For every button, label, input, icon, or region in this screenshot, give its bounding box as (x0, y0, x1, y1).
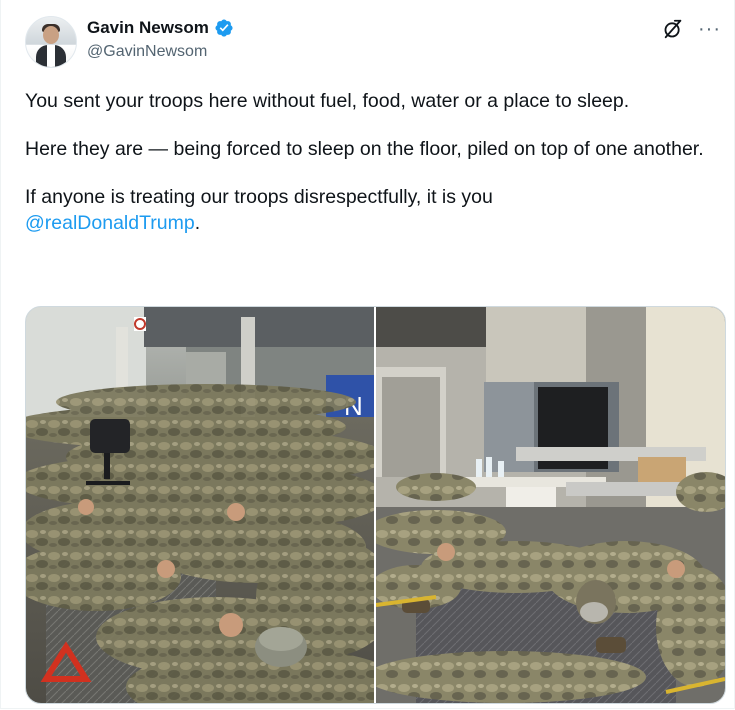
avatar-shirt (47, 45, 55, 67)
tweet-card: Gavin Newsom @GavinNewsom ··· You sent y… (0, 0, 735, 709)
more-options-icon[interactable]: ··· (698, 19, 721, 39)
mention-link[interactable]: @realDonaldTrump (25, 212, 195, 234)
avatar-face (43, 26, 59, 44)
tweet-paragraph-3: If anyone is treating our troops disresp… (25, 184, 715, 236)
media-grid: N (25, 306, 726, 704)
tweet-paragraph-3-text: If anyone is treating our troops disresp… (25, 186, 493, 208)
avatar[interactable] (25, 16, 77, 68)
mention-trailing: . (194, 212, 201, 234)
display-name[interactable]: Gavin Newsom (87, 18, 209, 38)
grok-icon[interactable] (662, 18, 684, 40)
verified-badge-icon[interactable] (214, 18, 234, 38)
tweet-paragraph-1: You sent your troops here without fuel, … (25, 90, 630, 112)
tweet-paragraph-2: Here they are — being forced to sleep on… (25, 138, 704, 160)
handle[interactable]: @GavinNewsom (87, 43, 207, 61)
photo-1[interactable]: N (26, 307, 376, 703)
tweet-header: Gavin Newsom @GavinNewsom ··· (25, 16, 725, 68)
top-actions: ··· (662, 18, 721, 40)
photo-2[interactable] (376, 307, 725, 703)
tweet-text: You sent your troops here without fuel, … (25, 88, 715, 258)
name-row: Gavin Newsom (87, 18, 234, 38)
